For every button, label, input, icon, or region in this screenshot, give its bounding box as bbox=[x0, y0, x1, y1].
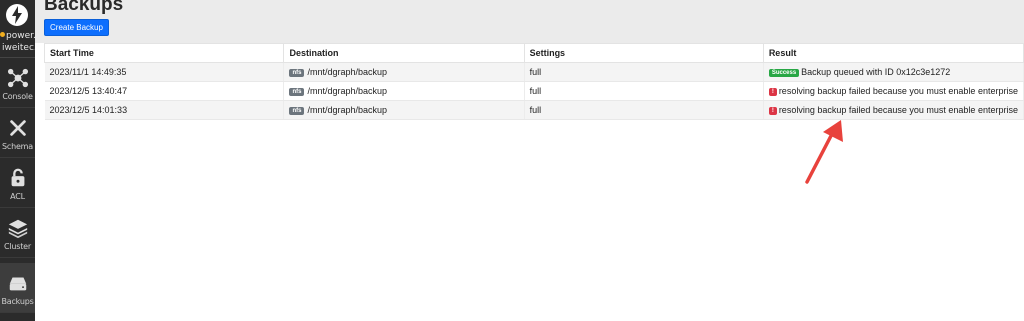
cell-settings: full bbox=[524, 62, 764, 82]
nfs-badge: nfs bbox=[289, 107, 305, 115]
result-message: Backup queued with ID 0x12c3e1272 bbox=[801, 67, 951, 77]
sidebar-item-label: Cluster bbox=[4, 242, 31, 251]
cell-result: ! resolving backup failed because you mus… bbox=[763, 100, 1024, 120]
table-header-row: Start Time Destination Settings Result bbox=[43, 43, 1024, 63]
sidebar-item-cluster[interactable]: Cluster bbox=[0, 208, 35, 258]
sidebar-item-console[interactable]: Console bbox=[0, 58, 35, 108]
cell-destination: nfs/mnt/dgraph/backup bbox=[283, 81, 525, 101]
nfs-badge: nfs bbox=[289, 69, 305, 77]
sidebar-item-schema[interactable]: Schema bbox=[0, 108, 35, 158]
cell-start-time: 2023/11/1 14:49:35 bbox=[44, 62, 285, 82]
backups-table: Start Time Destination Settings Result 2… bbox=[43, 43, 1024, 120]
cell-result: Success Backup queued with ID 0x12c3e1272 bbox=[763, 62, 1024, 82]
sidebar-item-acl[interactable]: ACL bbox=[0, 158, 35, 208]
page-header: Backups Create Backup bbox=[35, 0, 1024, 43]
lightning-logo-icon bbox=[6, 4, 28, 26]
cell-settings: full bbox=[524, 100, 764, 120]
cell-destination: nfs/mnt/dgraph/backup bbox=[283, 100, 525, 120]
destination-path: /mnt/dgraph/backup bbox=[307, 86, 388, 96]
status-badge: ! bbox=[768, 88, 777, 96]
sidebar: power.la iweitec.c Console Schema ACL Cl… bbox=[0, 0, 39, 321]
main-content: Backups Create Backup Start Time Destina… bbox=[35, 0, 1024, 321]
brand-host-line-2: iweitec.c bbox=[2, 43, 35, 53]
sidebar-item-label: Schema bbox=[2, 142, 33, 151]
cell-result: ! resolving backup failed because you mus… bbox=[763, 81, 1024, 101]
lock-icon bbox=[11, 168, 24, 187]
destination-path: /mnt/dgraph/backup bbox=[307, 105, 388, 115]
column-header-result[interactable]: Result bbox=[762, 43, 1024, 63]
drive-icon bbox=[9, 277, 26, 291]
tools-icon bbox=[9, 120, 26, 136]
create-backup-button[interactable]: Create Backup bbox=[44, 19, 109, 36]
result-message: resolving backup failed because you must… bbox=[778, 86, 1018, 96]
column-header-destination[interactable]: Destination bbox=[283, 43, 525, 63]
column-header-settings[interactable]: Settings bbox=[523, 43, 764, 63]
cell-settings: full bbox=[524, 81, 764, 101]
annotation-arrow-icon bbox=[805, 120, 843, 184]
sidebar-item-backups[interactable]: Backups bbox=[0, 263, 35, 313]
network-icon bbox=[7, 68, 28, 88]
destination-path: /mnt/dgraph/backup bbox=[307, 67, 388, 77]
cell-start-time: 2023/12/5 13:40:47 bbox=[44, 81, 285, 101]
page-title: Backups bbox=[44, 0, 124, 15]
cell-start-time: 2023/12/5 14:01:33 bbox=[44, 100, 285, 120]
table-row[interactable]: 2023/11/1 14:49:35 nfs/mnt/dgraph/backup… bbox=[44, 62, 1024, 82]
status-dot bbox=[0, 32, 5, 37]
status-badge: ! bbox=[768, 107, 777, 115]
table-row[interactable]: 2023/12/5 14:01:33 nfs/mnt/dgraph/backup… bbox=[44, 100, 1024, 120]
column-header-start-time[interactable]: Start Time bbox=[43, 43, 285, 63]
sidebar-item-label: ACL bbox=[10, 192, 25, 201]
status-badge: Success bbox=[768, 69, 800, 77]
cell-destination: nfs/mnt/dgraph/backup bbox=[283, 62, 525, 82]
sidebar-item-label: Backups bbox=[1, 297, 34, 306]
table-row[interactable]: 2023/12/5 13:40:47 nfs/mnt/dgraph/backup… bbox=[44, 81, 1024, 101]
result-message: resolving backup failed because you must… bbox=[778, 105, 1018, 115]
nfs-badge: nfs bbox=[289, 88, 305, 96]
sidebar-item-label: Console bbox=[2, 92, 33, 101]
brand: power.la iweitec.c bbox=[0, 0, 39, 58]
layers-icon bbox=[8, 219, 27, 239]
